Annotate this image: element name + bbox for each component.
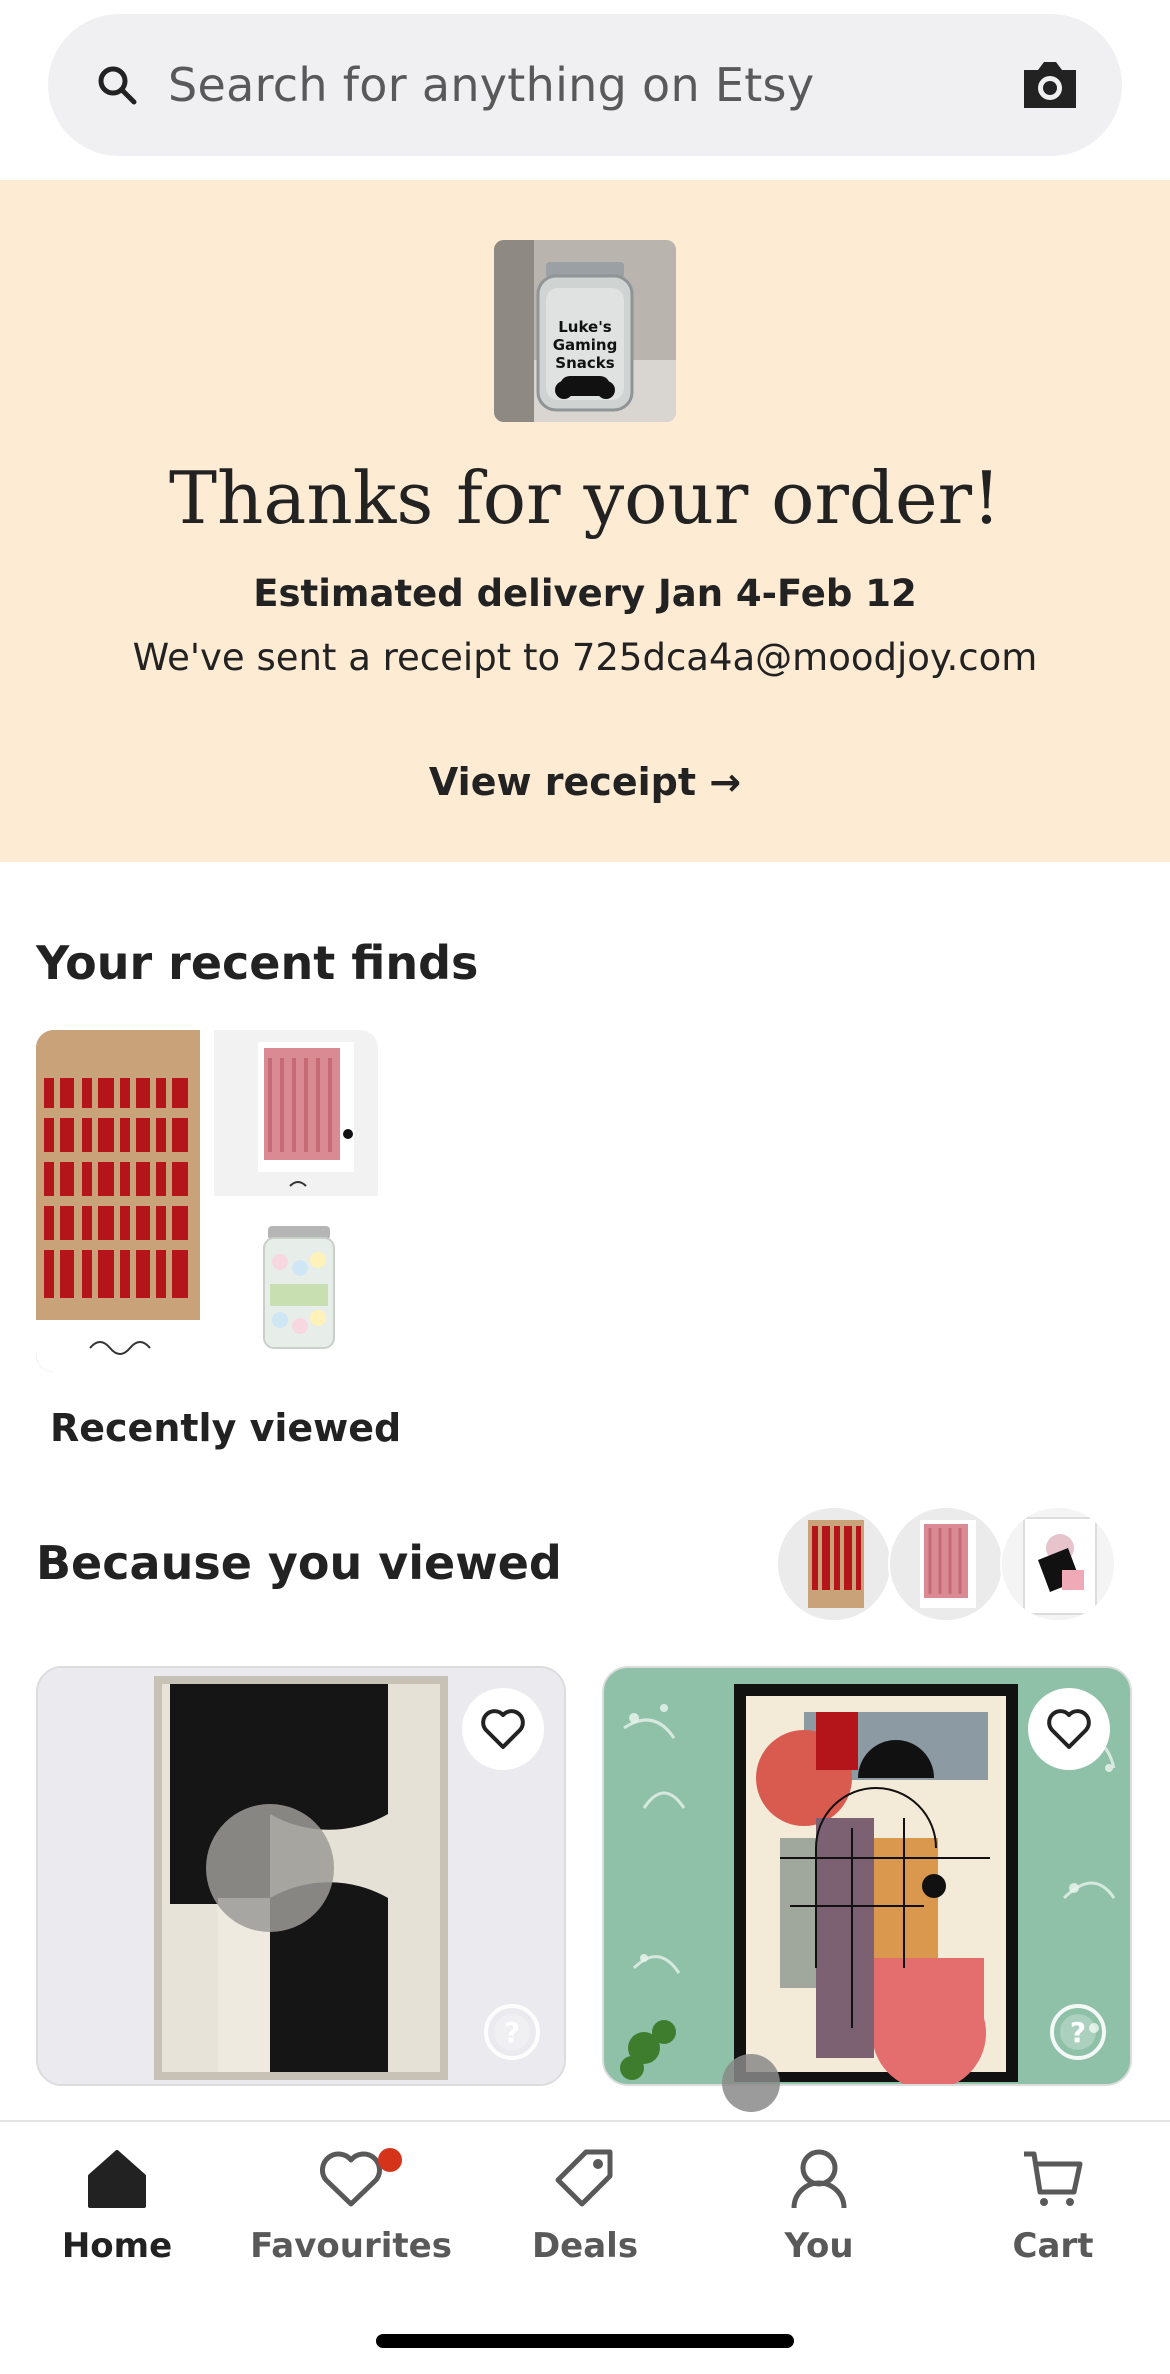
nav-favourites-label: Favourites (250, 2226, 452, 2266)
notification-badge (378, 2148, 402, 2172)
question-mark-icon[interactable]: ? (1048, 2002, 1108, 2062)
svg-text:Luke's: Luke's (558, 318, 612, 336)
estimated-delivery: Estimated delivery Jan 4-Feb 12 (253, 572, 917, 615)
search-icon (98, 66, 137, 105)
nav-deals-label: Deals (531, 2226, 639, 2266)
recently-viewed-label[interactable]: Recently viewed (50, 1406, 401, 1450)
order-confirmation-banner: Luke's Gaming Snacks Thanks for your ord… (0, 180, 1170, 862)
search-bar[interactable]: Search for anything on Etsy (48, 14, 1122, 156)
snack-jar-image: Luke's Gaming Snacks (494, 240, 676, 422)
nav-favourites[interactable]: Favourites (234, 2146, 468, 2286)
cart-icon (1024, 2151, 1083, 2206)
heart-icon (320, 2151, 382, 2207)
nav-cart[interactable]: Cart (936, 2146, 1170, 2286)
recent-item-image (36, 1030, 200, 1372)
nav-you-label: You (784, 2226, 854, 2266)
recently-viewed-collection[interactable] (36, 1030, 378, 1372)
question-mark-icon[interactable]: ? (482, 2002, 542, 2062)
nav-you[interactable]: You (702, 2146, 936, 2286)
person-icon (791, 2149, 847, 2209)
viewed-item-thumbnail (776, 1506, 892, 1622)
product-card[interactable]: ? (36, 1666, 566, 2086)
nav-deals[interactable]: Deals (468, 2146, 702, 2286)
svg-text:Snacks: Snacks (555, 354, 614, 372)
viewed-item-thumbnail (888, 1506, 1004, 1622)
svg-text:?: ? (504, 2016, 520, 2049)
favourite-button[interactable] (462, 1688, 544, 1770)
receipt-sent-text: We've sent a receipt to 725dca4a@moodjoy… (132, 636, 1038, 679)
scroll-indicator[interactable] (722, 2054, 780, 2112)
recent-item-image (214, 1030, 378, 1196)
svg-text:Gaming: Gaming (553, 336, 618, 354)
view-receipt-link[interactable]: View receipt → (0, 760, 1170, 804)
svg-text:?: ? (1070, 2016, 1086, 2049)
home-indicator[interactable] (376, 2334, 794, 2348)
nav-home-label: Home (61, 2226, 173, 2266)
order-item-thumbnail[interactable]: Luke's Gaming Snacks (494, 240, 676, 422)
heart-icon (1047, 1709, 1091, 1749)
camera-icon[interactable] (1020, 56, 1080, 112)
favourite-button[interactable] (1028, 1688, 1110, 1770)
recent-item-image (214, 1206, 378, 1372)
order-thanks-title: Thanks for your order! (169, 456, 1001, 540)
product-card[interactable]: ? (602, 1666, 1132, 2086)
viewed-item-thumbnail (1000, 1506, 1116, 1622)
search-input[interactable]: Search for anything on Etsy (168, 14, 814, 156)
home-icon (88, 2150, 146, 2208)
nav-cart-label: Cart (1012, 2226, 1094, 2266)
because-you-viewed-thumbnails (776, 1506, 1116, 1624)
heart-icon (481, 1709, 525, 1749)
because-you-viewed-title: Because you viewed (36, 1536, 562, 1590)
tag-icon (555, 2149, 613, 2207)
nav-home[interactable]: Home (0, 2146, 234, 2286)
recent-finds-title: Your recent finds (36, 936, 479, 990)
